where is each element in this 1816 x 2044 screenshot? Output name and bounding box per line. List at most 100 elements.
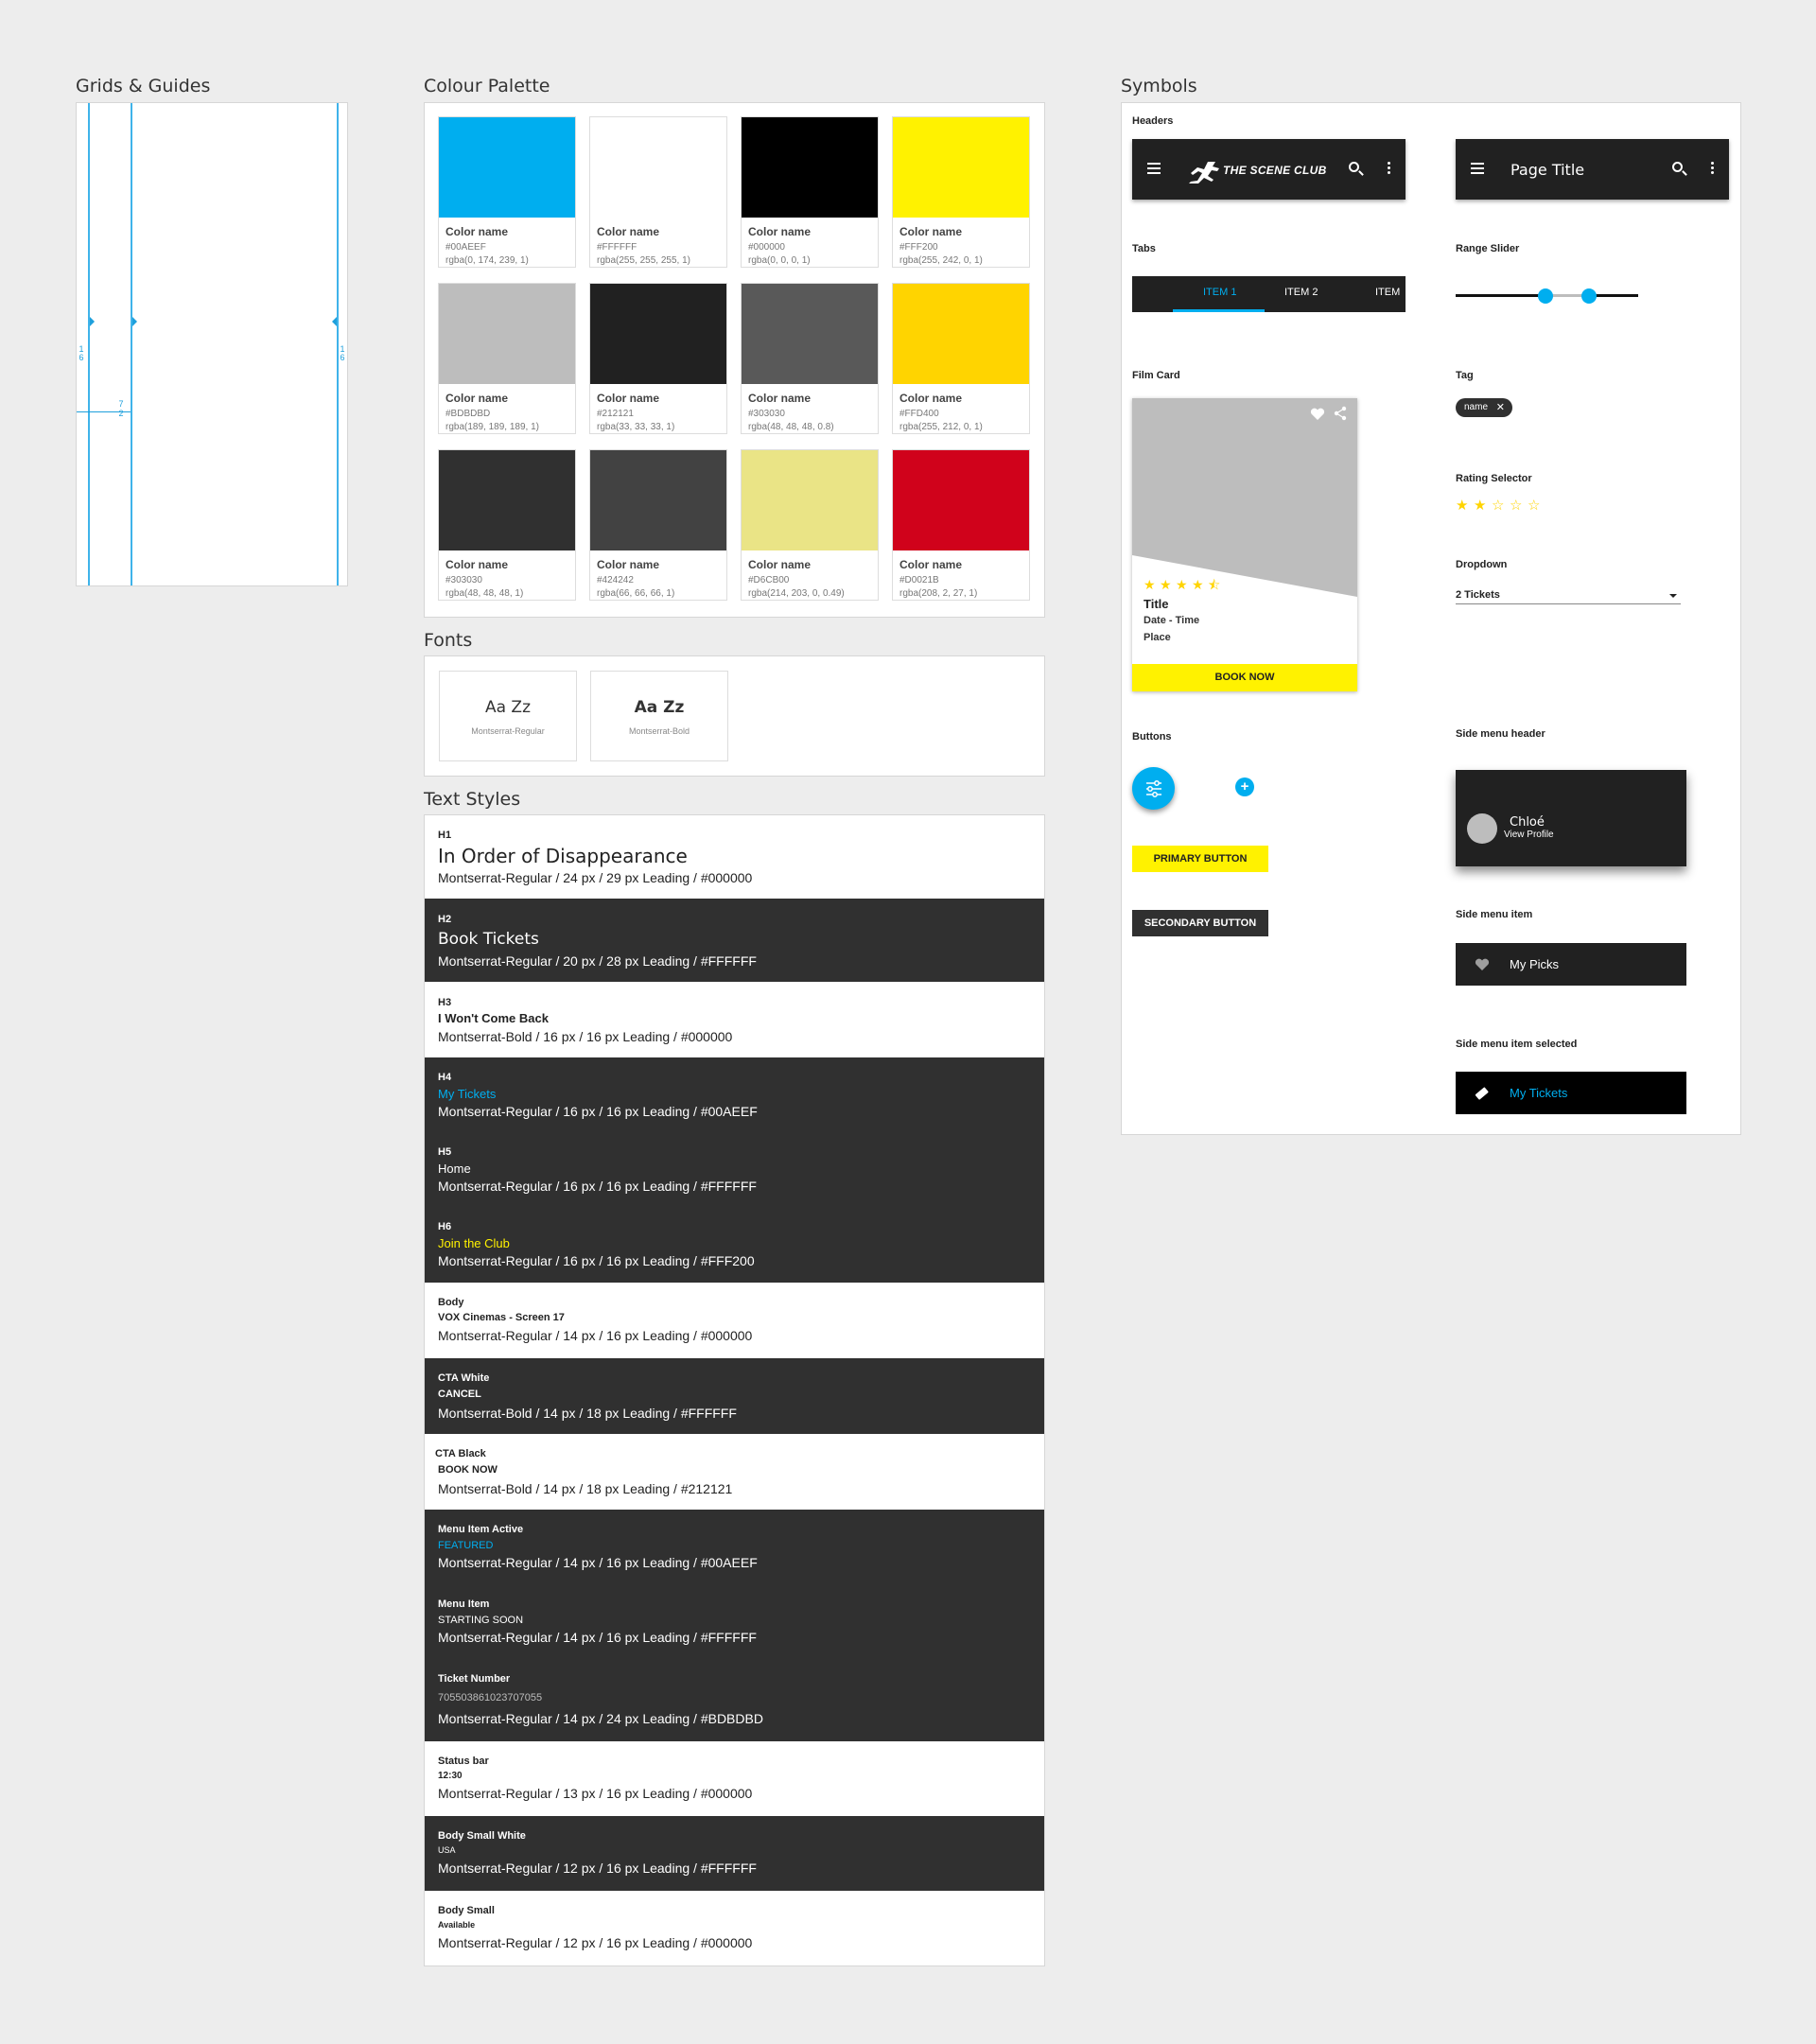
color-swatch: Color name #FFD400 rgba(255, 212, 0, 1) bbox=[892, 283, 1030, 434]
style-label: H2 bbox=[438, 914, 452, 925]
style-label: CTA White bbox=[438, 1372, 490, 1384]
text-style-body: Body VOX Cinemas - Screen 17 Montserrat-… bbox=[425, 1283, 1044, 1358]
color-swatch: Color name #BDBDBD rgba(189, 189, 189, 1) bbox=[438, 283, 576, 434]
brand-header: THE SCENE CLUB bbox=[1132, 139, 1406, 200]
heart-icon[interactable] bbox=[1310, 408, 1325, 421]
color-name: Color name bbox=[748, 392, 812, 405]
color-name: Color name bbox=[597, 392, 660, 405]
search-icon[interactable] bbox=[1672, 162, 1683, 172]
style-sample: Available bbox=[438, 1920, 476, 1930]
fonts-title: Fonts bbox=[424, 630, 473, 651]
star-empty-icon[interactable]: ☆ bbox=[1492, 498, 1504, 513]
text-styles-title: Text Styles bbox=[424, 789, 521, 810]
tag-chip[interactable]: name ✕ bbox=[1456, 398, 1513, 417]
tab-indicator bbox=[1173, 309, 1265, 312]
style-spec: Montserrat-Regular / 14 px / 16 px Leadi… bbox=[438, 1555, 758, 1570]
close-icon[interactable]: ✕ bbox=[1496, 398, 1505, 417]
style-spec: Montserrat-Bold / 14 px / 18 px Leading … bbox=[438, 1406, 737, 1421]
color-rgba: rgba(48, 48, 48, 1) bbox=[445, 588, 524, 599]
slider-handle-high[interactable] bbox=[1580, 288, 1597, 304]
style-spec: Montserrat-Regular / 13 px / 16 px Leadi… bbox=[438, 1786, 753, 1801]
star-filled-icon: ★ bbox=[1144, 577, 1156, 592]
tab-item-2[interactable]: ITEM 2 bbox=[1284, 287, 1318, 298]
tickets-dropdown[interactable]: 2 Tickets bbox=[1456, 587, 1681, 604]
color-chip bbox=[893, 117, 1029, 218]
style-sample: VOX Cinemas - Screen 17 bbox=[438, 1312, 565, 1323]
color-hex: #BDBDBD bbox=[445, 409, 491, 419]
style-label: Menu Item bbox=[438, 1599, 490, 1610]
color-rgba: rgba(66, 66, 66, 1) bbox=[597, 588, 675, 599]
color-rgba: rgba(0, 0, 0, 1) bbox=[748, 255, 811, 266]
menu-icon[interactable] bbox=[1471, 163, 1484, 165]
page-header: Page Title bbox=[1456, 139, 1729, 200]
side-menu-header[interactable]: Chloé View Profile bbox=[1456, 770, 1686, 866]
style-spec: Montserrat-Regular / 14 px / 16 px Leadi… bbox=[438, 1630, 757, 1645]
star-filled-icon[interactable]: ★ bbox=[1456, 498, 1468, 513]
book-now-button[interactable]: BOOK NOW bbox=[1132, 664, 1357, 691]
side-menu-item-my-tickets-selected[interactable]: My Tickets bbox=[1456, 1072, 1686, 1114]
search-icon[interactable] bbox=[1349, 162, 1359, 172]
color-name: Color name bbox=[899, 225, 963, 238]
star-filled-icon: ★ bbox=[1160, 577, 1172, 592]
primary-button[interactable]: PRIMARY BUTTON bbox=[1132, 846, 1268, 872]
text-style-h2: H2 Book Tickets Montserrat-Regular / 20 … bbox=[425, 899, 1044, 982]
tab-item-1[interactable]: ITEM 1 bbox=[1203, 287, 1236, 298]
text-styles-panel: H1 In Order of Disappearance Montserrat-… bbox=[424, 814, 1045, 1966]
add-button[interactable]: + bbox=[1235, 777, 1254, 796]
film-card[interactable]: ★ ★ ★ ★ ⯪ Title Date - Time Place BOOK NOW bbox=[1132, 398, 1357, 691]
font-sample: Aa Zz bbox=[484, 698, 532, 717]
color-swatch: Color name #FFF200 rgba(255, 242, 0, 1) bbox=[892, 116, 1030, 268]
symbol-label: Side menu item selected bbox=[1456, 1039, 1578, 1050]
style-label: Body bbox=[438, 1297, 464, 1308]
style-spec: Montserrat-Regular / 12 px / 16 px Leadi… bbox=[438, 1861, 757, 1876]
text-style-h3: H3 I Won't Come Back Montserrat-Bold / 1… bbox=[425, 982, 1044, 1057]
side-menu-item-my-picks[interactable]: My Picks bbox=[1456, 943, 1686, 986]
color-chip bbox=[893, 450, 1029, 550]
style-sample: FEATURED bbox=[438, 1540, 494, 1551]
style-label: H4 bbox=[438, 1072, 452, 1083]
style-label: Status bar bbox=[438, 1756, 489, 1767]
view-profile-link[interactable]: View Profile bbox=[1504, 830, 1554, 840]
star-filled-icon[interactable]: ★ bbox=[1474, 498, 1486, 513]
text-style-cta-white: CTA White CANCEL Montserrat-Bold / 14 px… bbox=[425, 1358, 1044, 1434]
color-hex: #212121 bbox=[597, 409, 634, 419]
star-empty-icon[interactable]: ☆ bbox=[1510, 498, 1522, 513]
guide-measure: 6 bbox=[79, 353, 84, 362]
more-icon[interactable] bbox=[1711, 162, 1714, 165]
color-name: Color name bbox=[748, 558, 812, 571]
symbol-label: Headers bbox=[1132, 115, 1174, 127]
more-icon[interactable] bbox=[1388, 162, 1390, 165]
star-empty-icon[interactable]: ☆ bbox=[1528, 498, 1540, 513]
color-swatch: Color name #D6CB00 rgba(214, 203, 0, 0.49) bbox=[741, 449, 879, 601]
font-card-regular: Aa Zz Montserrat-Regular bbox=[439, 671, 577, 761]
guide-marker bbox=[132, 317, 137, 326]
color-hex: #424242 bbox=[597, 575, 634, 585]
color-name: Color name bbox=[445, 558, 509, 571]
color-chip bbox=[439, 284, 575, 384]
guide-line bbox=[131, 103, 132, 585]
guide-marker bbox=[332, 317, 337, 326]
film-date-time: Date - Time bbox=[1144, 615, 1200, 626]
secondary-button[interactable]: SECONDARY BUTTON bbox=[1132, 910, 1268, 936]
style-spec: Montserrat-Regular / 14 px / 16 px Leadi… bbox=[438, 1328, 753, 1343]
slider-handle-low[interactable] bbox=[1537, 288, 1553, 304]
tab-item-3[interactable]: ITEM bbox=[1375, 287, 1400, 298]
style-label: Ticket Number bbox=[438, 1673, 511, 1685]
range-slider[interactable] bbox=[1456, 288, 1638, 304]
style-label: Body Small bbox=[438, 1905, 495, 1916]
style-sample: BOOK NOW bbox=[438, 1464, 498, 1476]
style-sample: 705503861023707055 bbox=[438, 1692, 543, 1703]
color-rgba: rgba(189, 189, 189, 1) bbox=[445, 422, 539, 432]
color-name: Color name bbox=[597, 558, 660, 571]
avatar[interactable] bbox=[1467, 813, 1497, 844]
chevron-down-icon bbox=[1669, 594, 1677, 598]
menu-icon[interactable] bbox=[1147, 163, 1161, 165]
color-rgba: rgba(0, 174, 239, 1) bbox=[445, 255, 529, 266]
filter-fab-button[interactable] bbox=[1132, 767, 1175, 810]
symbol-label: Tag bbox=[1456, 370, 1474, 381]
rating-selector[interactable]: ★ ★ ☆ ☆ ☆ bbox=[1456, 498, 1550, 514]
symbol-label: Rating Selector bbox=[1456, 473, 1532, 484]
share-icon[interactable] bbox=[1333, 406, 1348, 421]
guide-line bbox=[337, 103, 339, 585]
color-chip bbox=[439, 450, 575, 550]
